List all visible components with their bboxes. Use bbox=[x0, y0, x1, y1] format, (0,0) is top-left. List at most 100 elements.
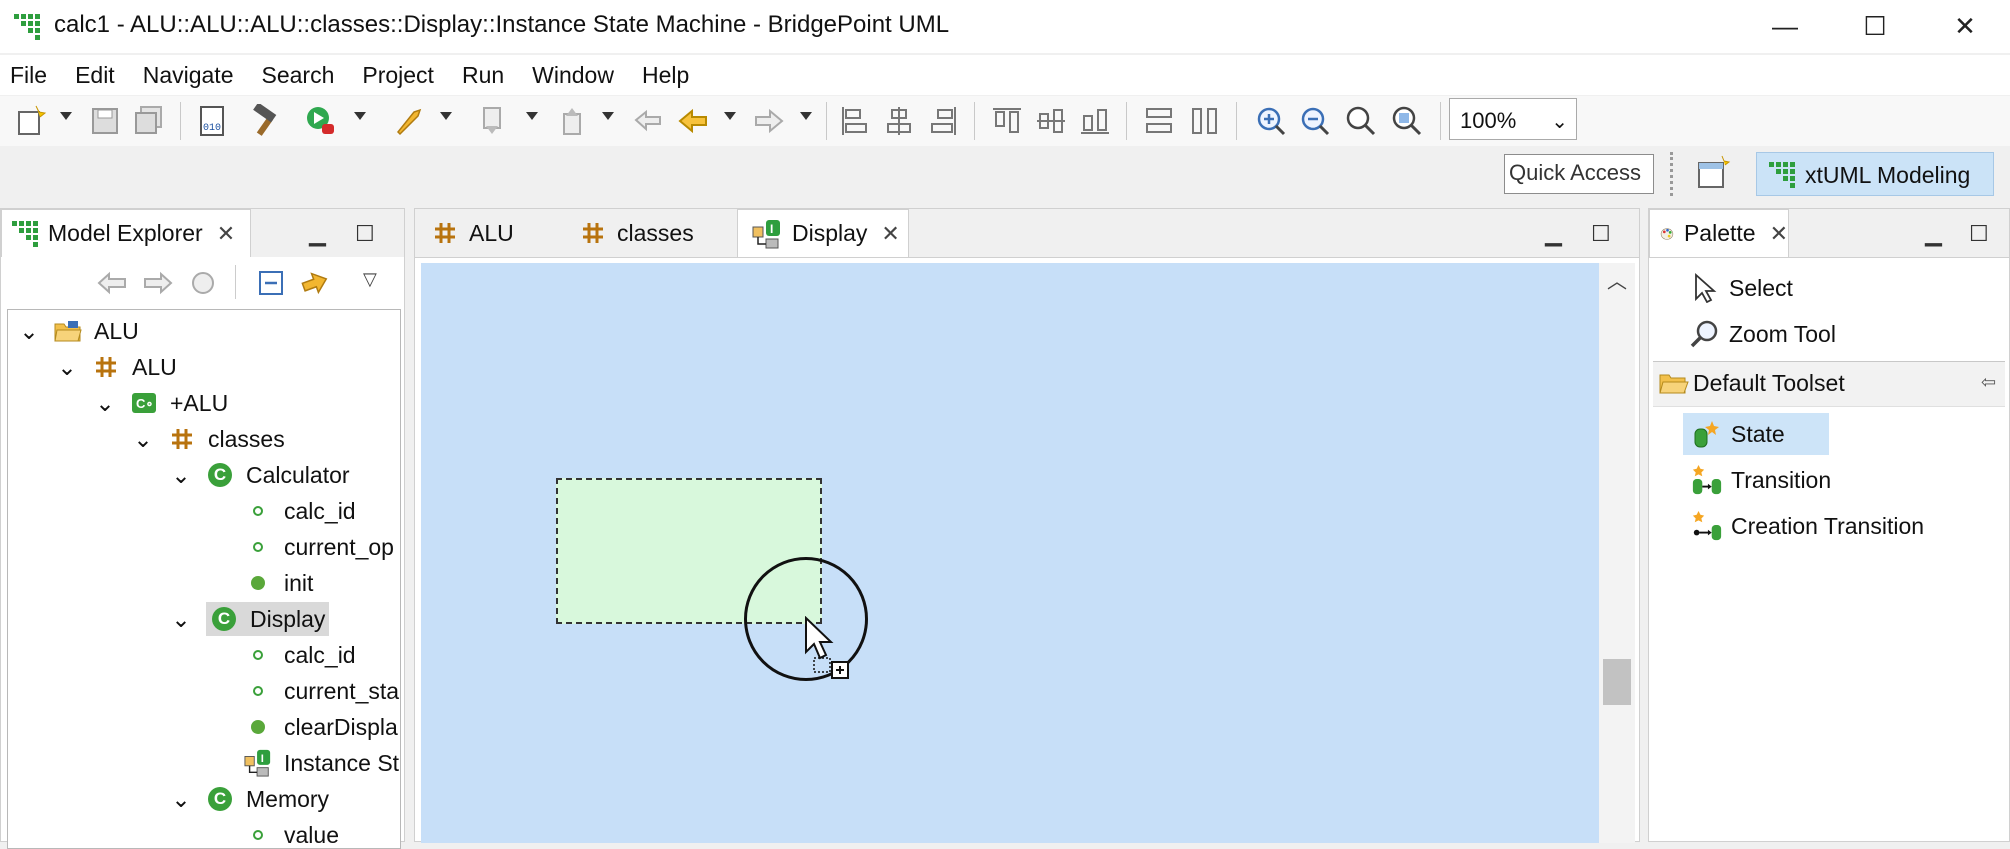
maximize-view-icon[interactable]: ☐ bbox=[1591, 221, 1611, 247]
maximize-button[interactable]: ☐ bbox=[1830, 0, 1920, 53]
perspective-xtuml-modeling[interactable]: xtUML Modeling bbox=[1756, 152, 1994, 196]
menu-navigate[interactable]: Navigate bbox=[129, 55, 248, 95]
palette-item-state[interactable]: State bbox=[1683, 413, 1829, 455]
launch-icon[interactable] bbox=[392, 104, 426, 138]
tab-model-explorer[interactable]: Model Explorer ✕ bbox=[1, 209, 251, 257]
tree-item-instance-state-machine[interactable]: I Instance St bbox=[244, 746, 399, 780]
tab-palette[interactable]: Palette ✕ bbox=[1649, 209, 1789, 257]
back-arrow-icon[interactable] bbox=[676, 104, 710, 138]
menu-file[interactable]: File bbox=[0, 55, 61, 95]
forward-icon[interactable] bbox=[143, 269, 173, 297]
tree-item-memory-class[interactable]: ⌄ C Memory bbox=[170, 782, 329, 816]
tab-display[interactable]: I Display ✕ bbox=[737, 209, 909, 257]
tree-item-display-class[interactable]: ⌄ C Display bbox=[170, 602, 330, 636]
close-icon[interactable]: ✕ bbox=[1770, 221, 1788, 247]
tree-item-attribute[interactable]: calc_id bbox=[244, 638, 356, 672]
scroll-up-icon[interactable]: ︿ bbox=[1607, 265, 1627, 294]
view-menu-icon[interactable]: ▽ bbox=[363, 269, 377, 290]
run-debug-icon[interactable] bbox=[304, 104, 338, 138]
new-dropdown-icon[interactable] bbox=[60, 112, 72, 120]
previous-annotation-dropdown-icon[interactable] bbox=[602, 112, 614, 120]
chevron-down-icon[interactable]: ⌄ bbox=[170, 462, 192, 488]
tree-item-operation[interactable]: clearDispla bbox=[244, 710, 398, 744]
quick-access-input[interactable]: Quick Access bbox=[1504, 154, 1654, 194]
next-annotation-dropdown-icon[interactable] bbox=[526, 112, 538, 120]
chevron-down-icon[interactable]: ⌄ bbox=[18, 318, 40, 344]
minimize-view-icon[interactable]: ▁ bbox=[1925, 221, 1942, 247]
chevron-down-icon[interactable]: ⌄ bbox=[170, 606, 192, 632]
zoom-out-icon[interactable] bbox=[1298, 104, 1332, 138]
new-icon[interactable] bbox=[14, 104, 48, 138]
tree-item-alu-component[interactable]: ⌄ C∘ +ALU bbox=[94, 386, 228, 420]
menu-window[interactable]: Window bbox=[518, 55, 628, 95]
align-top-icon[interactable] bbox=[990, 104, 1024, 138]
tree-item-classes-package[interactable]: ⌄ classes bbox=[132, 422, 284, 456]
tab-label: Model Explorer bbox=[48, 220, 203, 246]
link-with-editor-icon[interactable] bbox=[299, 267, 331, 299]
zoom-page-icon[interactable] bbox=[1344, 104, 1378, 138]
align-center-icon[interactable] bbox=[882, 104, 916, 138]
last-edit-location-icon[interactable] bbox=[632, 104, 666, 138]
vertical-scrollbar[interactable]: ︿ bbox=[1599, 263, 1635, 843]
minimize-view-icon[interactable]: ▁ bbox=[1545, 221, 1562, 247]
align-left-icon[interactable] bbox=[838, 104, 872, 138]
tree-item-alu-package[interactable]: ⌄ ALU bbox=[56, 350, 176, 384]
match-width-icon[interactable] bbox=[1142, 104, 1176, 138]
back-dropdown-icon[interactable] bbox=[724, 112, 736, 120]
scrollbar-thumb[interactable] bbox=[1603, 659, 1631, 705]
tree-item-attribute[interactable]: current_sta bbox=[244, 674, 399, 708]
menu-help[interactable]: Help bbox=[628, 55, 703, 95]
palette-tool-select[interactable]: Select bbox=[1689, 267, 1793, 309]
match-height-icon[interactable] bbox=[1188, 104, 1222, 138]
open-perspective-icon[interactable] bbox=[1694, 154, 1734, 194]
tab-alu[interactable]: ALU bbox=[423, 209, 573, 257]
build-hammer-icon[interactable] bbox=[248, 104, 282, 138]
menu-search[interactable]: Search bbox=[247, 55, 348, 95]
chevron-down-icon[interactable]: ⌄ bbox=[170, 786, 192, 812]
palette-item-transition[interactable]: Transition bbox=[1683, 459, 1831, 501]
tree-item-attribute[interactable]: calc_id bbox=[244, 494, 356, 528]
close-button[interactable]: ✕ bbox=[1920, 0, 2010, 53]
align-middle-icon[interactable] bbox=[1034, 104, 1068, 138]
binary-file-icon[interactable]: 010 bbox=[196, 104, 230, 138]
chevron-down-icon[interactable]: ⌄ bbox=[132, 426, 154, 452]
tree-item-alu-project[interactable]: ⌄ ALU bbox=[18, 314, 138, 348]
pin-icon[interactable]: ⇦ bbox=[1981, 372, 1996, 393]
tree-item-attribute[interactable]: value bbox=[244, 818, 339, 848]
collapse-all-icon[interactable] bbox=[257, 269, 285, 297]
chevron-down-icon[interactable]: ⌄ bbox=[94, 390, 116, 416]
tree-item-calculator-class[interactable]: ⌄ C Calculator bbox=[170, 458, 349, 492]
minimize-view-icon[interactable]: ▁ bbox=[309, 221, 326, 247]
minimize-button[interactable]: — bbox=[1740, 0, 1830, 53]
align-right-icon[interactable] bbox=[926, 104, 960, 138]
tab-classes[interactable]: classes bbox=[571, 209, 751, 257]
palette-group-default-toolset[interactable]: Default Toolset ⇦ bbox=[1653, 361, 2005, 407]
zoom-level-select[interactable]: 100% ⌄ bbox=[1449, 98, 1577, 140]
save-icon[interactable] bbox=[88, 104, 122, 138]
zoom-selection-icon[interactable] bbox=[1390, 104, 1424, 138]
run-dropdown-icon[interactable] bbox=[354, 112, 366, 120]
save-all-icon[interactable] bbox=[132, 104, 166, 138]
up-icon[interactable] bbox=[189, 269, 217, 297]
palette-tool-zoom[interactable]: Zoom Tool bbox=[1689, 313, 1836, 355]
menu-edit[interactable]: Edit bbox=[61, 55, 129, 95]
tree-item-label: Memory bbox=[246, 785, 330, 812]
menu-project[interactable]: Project bbox=[348, 55, 448, 95]
previous-annotation-icon[interactable] bbox=[556, 104, 590, 138]
menu-run[interactable]: Run bbox=[448, 55, 518, 95]
palette-item-creation-transition[interactable]: Creation Transition bbox=[1683, 505, 1924, 547]
forward-arrow-icon[interactable] bbox=[752, 104, 786, 138]
maximize-view-icon[interactable]: ☐ bbox=[1969, 221, 1989, 247]
tree-item-operation[interactable]: init bbox=[244, 566, 313, 600]
close-icon[interactable]: ✕ bbox=[217, 221, 235, 247]
tree-item-attribute[interactable]: current_op bbox=[244, 530, 394, 564]
back-icon[interactable] bbox=[97, 269, 127, 297]
close-icon[interactable]: ✕ bbox=[881, 221, 899, 247]
align-bottom-icon[interactable] bbox=[1078, 104, 1112, 138]
chevron-down-icon[interactable]: ⌄ bbox=[56, 354, 78, 380]
forward-dropdown-icon[interactable] bbox=[800, 112, 812, 120]
maximize-view-icon[interactable]: ☐ bbox=[355, 221, 375, 247]
next-annotation-icon[interactable] bbox=[476, 104, 510, 138]
launch-dropdown-icon[interactable] bbox=[440, 112, 452, 120]
zoom-in-icon[interactable] bbox=[1254, 104, 1288, 138]
